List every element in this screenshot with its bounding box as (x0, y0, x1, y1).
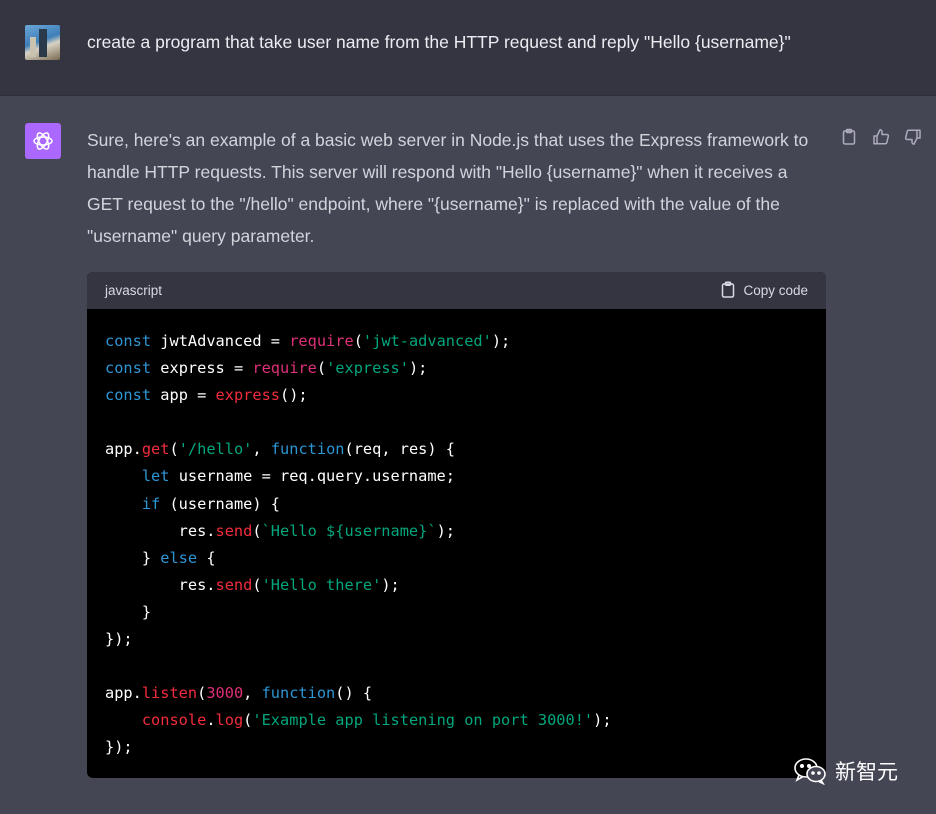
wechat-icon (794, 758, 826, 785)
code-token: `Hello ${username}` (261, 521, 437, 540)
code-line: const express = require('express'); (105, 359, 427, 377)
assistant-avatar-icon (25, 123, 61, 159)
code-token: }); (105, 630, 133, 649)
code-token: listen (141, 684, 198, 703)
code-token: , (252, 440, 271, 459)
code-header: javascript Copy code (87, 272, 826, 309)
code-token: , (243, 684, 262, 703)
code-token: ); (593, 711, 612, 730)
code-line: const jwtAdvanced = require('jwt-advance… (105, 332, 510, 350)
code-token: (); (280, 386, 308, 405)
code-token: () { (335, 684, 373, 703)
code-token: ( (197, 684, 207, 703)
code-token: res. (105, 521, 216, 540)
code-token: 'jwt-advanced' (362, 332, 492, 350)
code-token: username = req.query.username; (169, 467, 455, 486)
code-token: (req, res) { (344, 440, 456, 459)
code-token: } (105, 548, 161, 567)
code-token: express = (151, 359, 253, 378)
assistant-message-text: Sure, here's an example of a basic web s… (87, 130, 809, 246)
code-token: { (197, 548, 216, 567)
code-token: ( (252, 521, 262, 540)
code-token: function (270, 440, 345, 459)
code-line: console.log('Example app listening on po… (105, 711, 612, 729)
thumbs-up-icon[interactable] (872, 128, 890, 146)
code-line: let username = req.query.username; (105, 467, 455, 485)
code-token: ( (353, 332, 363, 350)
code-token: 'Example app listening on port 3000!' (252, 711, 594, 730)
code-line: const app = express(); (105, 386, 308, 404)
code-token: 'express' (326, 359, 409, 378)
code-token: ( (243, 711, 253, 730)
code-token: require (289, 332, 354, 350)
thumbs-down-icon[interactable] (904, 128, 922, 146)
code-token: const (105, 332, 152, 350)
code-token: express (215, 386, 280, 405)
code-line: }); (105, 738, 133, 756)
clipboard-icon (720, 280, 736, 301)
code-line: app.get('/hello', function(req, res) { (105, 440, 455, 458)
code-token: ( (316, 359, 327, 378)
code-token: app. (105, 684, 142, 703)
code-token: send (215, 521, 253, 540)
code-token: log (215, 711, 244, 730)
code-token: else (160, 548, 198, 567)
code-token: . (206, 711, 216, 730)
code-token: send (215, 575, 253, 594)
copy-code-button[interactable]: Copy code (720, 280, 808, 301)
code-token: 3000 (206, 684, 244, 703)
user-avatar (25, 25, 60, 60)
code-content: const jwtAdvanced = require('jwt-advance… (87, 309, 826, 762)
code-token: '/hello' (178, 440, 253, 459)
code-token: app. (105, 440, 142, 459)
code-line: } else { (105, 549, 216, 567)
code-token: if (141, 494, 161, 513)
code-token: let (141, 467, 170, 486)
code-token: ( (252, 575, 262, 594)
code-token: ); (436, 521, 455, 540)
code-line: app.listen(3000, function() { (105, 684, 372, 702)
code-token: jwtAdvanced = (151, 332, 290, 350)
code-line: res.send('Hello there'); (105, 576, 400, 594)
code-line: res.send(`Hello ${username}`); (105, 522, 455, 540)
code-token: ); (491, 332, 511, 350)
code-token: (username) { (160, 494, 280, 513)
code-token: } (105, 602, 152, 621)
code-line: if (username) { (105, 495, 280, 513)
code-token: }); (105, 738, 133, 757)
code-token: 'Hello there' (261, 575, 382, 594)
user-message-row: create a program that take user name fro… (0, 0, 936, 96)
code-token: console (141, 711, 207, 730)
code-token: res. (105, 575, 216, 594)
code-token: const (105, 359, 152, 378)
code-token: const (105, 386, 152, 405)
code-token: ); (408, 359, 428, 378)
code-token: ( (169, 440, 179, 459)
code-token: ); (381, 575, 400, 594)
code-token: function (261, 684, 336, 703)
code-language-label: javascript (105, 283, 163, 298)
user-message-text: create a program that take user name fro… (87, 32, 791, 52)
code-token: require (252, 359, 317, 378)
clipboard-icon[interactable] (840, 128, 858, 146)
watermark: 新智元 (793, 756, 898, 786)
code-block: javascript Copy code const jwtAdvanced =… (87, 272, 826, 778)
code-line: }); (105, 630, 133, 648)
watermark-text: 新智元 (835, 760, 898, 784)
code-token: app = (151, 386, 216, 405)
code-token: get (141, 440, 170, 459)
copy-code-label: Copy code (743, 283, 808, 298)
code-line: } (105, 603, 151, 621)
